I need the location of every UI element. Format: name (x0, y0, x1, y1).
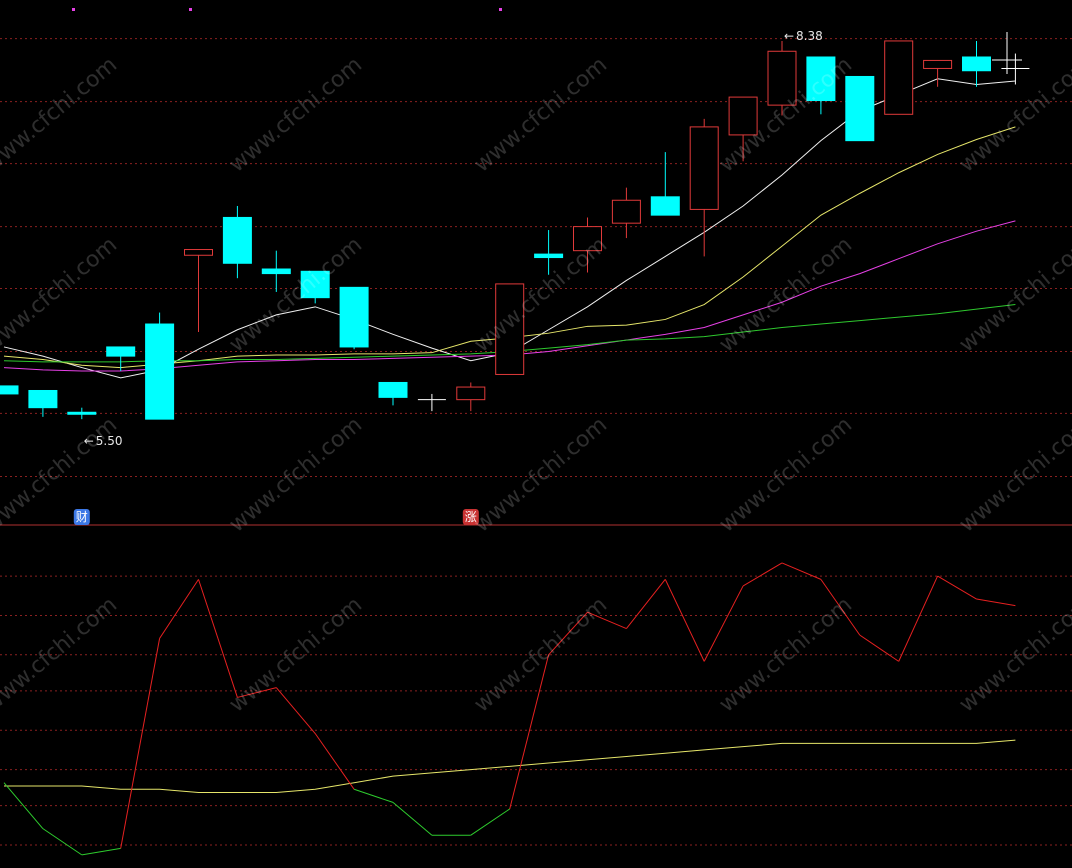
indicator-line-k-segment (159, 579, 199, 639)
candle (650, 152, 680, 216)
candle-body (67, 411, 97, 415)
indicator-line-k-segment (120, 638, 161, 849)
event-badge-label: 财 (76, 510, 88, 524)
candle-body (456, 386, 486, 401)
indicator-line-d (4, 739, 1016, 794)
indicator-line-k-segment (937, 575, 977, 600)
candle-body (184, 249, 213, 256)
indicator-line-k-segment (898, 575, 939, 662)
watermark-text: www.cfchi.com (470, 232, 612, 357)
indicator-line-k-segment (703, 585, 744, 662)
watermark-text: www.cfchi.com (225, 412, 367, 537)
candle-body (534, 253, 564, 259)
candle-body (106, 346, 136, 357)
indicator-lines (3, 562, 1016, 856)
watermark-text: www.cfchi.com (955, 412, 1072, 537)
candle (67, 407, 97, 420)
watermark-text: www.cfchi.com (955, 232, 1072, 357)
price-label-text: 8.38 (796, 29, 823, 43)
candlesticks (0, 40, 1030, 420)
watermark-text: www.cfchi.com (0, 232, 122, 357)
candle-body (650, 196, 680, 216)
indicator-line-k-segment (275, 687, 316, 734)
candle (145, 312, 175, 420)
candle (28, 389, 58, 417)
top-markers (72, 8, 502, 11)
indicator-line-k-segment (81, 847, 121, 856)
indicator-line-k-segment (392, 802, 433, 836)
watermark-text: www.cfchi.com (715, 232, 857, 357)
price-annotations: ← 8.38← 5.50 (84, 29, 823, 448)
indicator-line-k-segment (859, 634, 899, 662)
event-badges: 财涨 (73, 509, 479, 525)
stock-chart[interactable]: ← 8.38← 5.50 财涨 www.cfchi.com www.cfchi.com… (0, 0, 1072, 868)
indicator-line-k-segment (353, 788, 394, 803)
candle (962, 40, 991, 87)
watermark-text: www.cfchi.com (0, 592, 122, 717)
candle (184, 249, 213, 333)
candle (0, 385, 19, 395)
high-price-label: ← 8.38 (784, 29, 823, 43)
candle-body (28, 389, 58, 409)
indicator-line-k-segment (976, 598, 1016, 607)
candle-body (923, 59, 953, 69)
candle-body (611, 199, 641, 224)
watermark-text: www.cfchi.com (470, 412, 612, 537)
candle-body (845, 75, 875, 142)
indicator-line-k-segment (470, 808, 510, 836)
sub-grid (0, 575, 1072, 846)
watermark-text: www.cfchi.com (470, 52, 612, 177)
candle (222, 205, 252, 279)
watermark-text: www.cfchi.com (0, 52, 122, 177)
candle-body (378, 381, 408, 398)
indicator-line-k-segment (664, 579, 705, 662)
candle (1001, 53, 1030, 85)
candle-body (145, 323, 175, 420)
candle (456, 382, 486, 412)
indicator-line-k-segment (742, 562, 783, 587)
candle-body (962, 56, 991, 72)
candle-body (689, 126, 719, 210)
watermark-text: www.cfchi.com (0, 412, 122, 537)
candle (378, 381, 408, 406)
indicator-line-k-segment (314, 733, 355, 790)
watermark-text: www.cfchi.com (955, 592, 1072, 717)
candle-body (884, 40, 914, 115)
candle-body (261, 268, 291, 275)
indicator-line-k-segment (3, 782, 44, 829)
watermark-text: www.cfchi.com (225, 52, 367, 177)
watermark-text: www.cfchi.com (715, 412, 857, 537)
indicator-line-k-segment (781, 562, 822, 580)
arrow-left-icon: ← (784, 29, 794, 43)
candle (845, 75, 875, 142)
indicator-line-k-segment (42, 828, 83, 856)
candle-body (339, 286, 369, 348)
candle-body (222, 216, 252, 264)
candle (884, 40, 914, 115)
candle (611, 187, 641, 239)
candle (417, 393, 446, 412)
candle (689, 118, 719, 257)
event-badge[interactable]: 财 (73, 509, 90, 525)
candle (339, 286, 369, 350)
indicator-line-k-segment (198, 579, 238, 698)
candle-body (0, 385, 19, 395)
indicator-line-k-segment (626, 579, 666, 629)
